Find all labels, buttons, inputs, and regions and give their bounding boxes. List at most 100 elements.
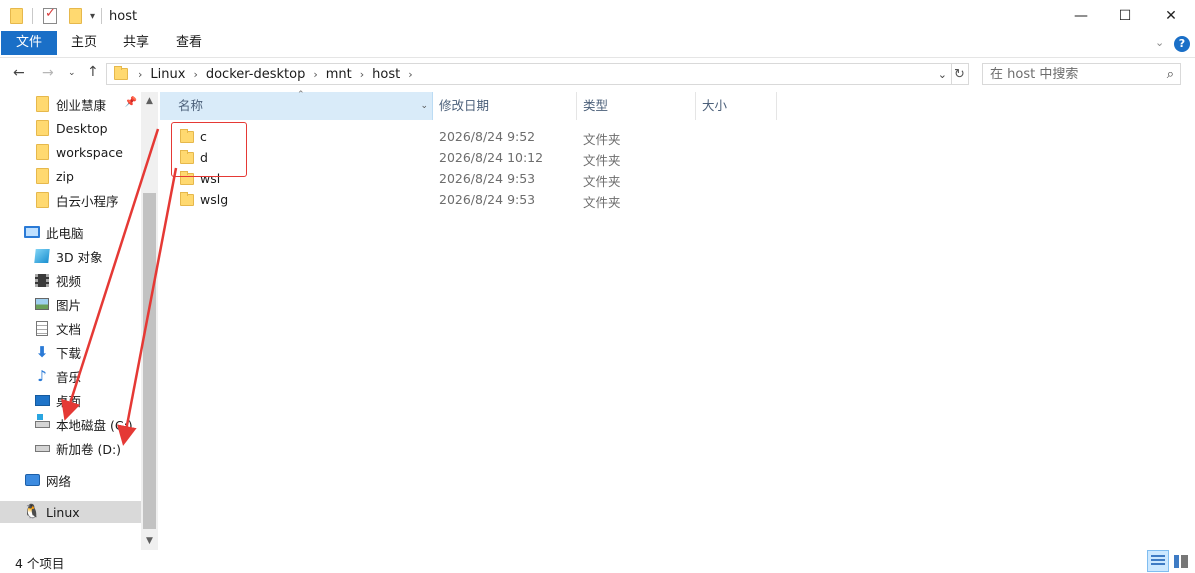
file-modified: 2026/8/24 9:53 [439, 171, 536, 186]
file-type: 文件夹 [583, 174, 621, 189]
nav-item-zip[interactable]: zip [0, 165, 141, 187]
maximize-button[interactable]: ☐ [1102, 0, 1148, 31]
scroll-up-icon[interactable]: ▲ [141, 92, 158, 109]
nav-item-quick-access-4[interactable]: 白云小程序 [0, 189, 141, 211]
nav-item-network[interactable]: 网络 [0, 469, 141, 491]
minimize-button[interactable]: — [1058, 0, 1104, 31]
search-icon[interactable]: ⌕ [1167, 67, 1174, 82]
file-row-c[interactable]: c 2026/8/24 9:52 文件夹 [160, 126, 1195, 147]
nav-item-3d-objects[interactable]: 3D 对象 [0, 245, 141, 267]
file-type: 文件夹 [583, 153, 621, 168]
chevron-right-icon[interactable]: › [358, 68, 366, 81]
forward-arrow-icon[interactable]: → [42, 65, 54, 81]
nav-item-linux[interactable]: 🐧 Linux [0, 501, 141, 523]
chevron-down-icon[interactable]: ⌄ [1155, 36, 1164, 49]
nav-item-workspace[interactable]: workspace [0, 141, 141, 163]
column-filter-dropdown-icon[interactable]: ⌄ [420, 92, 428, 120]
folder-icon [180, 191, 194, 206]
nav-item-label: 3D 对象 [56, 249, 103, 265]
file-row-wslg[interactable]: wslg 2026/8/24 9:53 文件夹 [160, 189, 1195, 210]
nav-item-quick-access-0[interactable]: 创业慧康 📌 [0, 93, 141, 115]
documents-icon [36, 320, 48, 336]
refresh-button[interactable]: ↻ [951, 63, 969, 85]
column-header-size[interactable]: 大小 [696, 92, 777, 120]
nav-item-videos[interactable]: 视频 [0, 269, 141, 291]
divider [32, 8, 33, 24]
search-box[interactable]: ⌕ [982, 63, 1181, 85]
details-view-icon [1151, 555, 1165, 567]
chevron-right-icon[interactable]: › [406, 68, 414, 81]
folder-icon [35, 120, 49, 136]
nav-item-this-pc[interactable]: 此电脑 [0, 221, 141, 243]
nav-item-music[interactable]: ♪ 音乐 [0, 365, 141, 387]
refresh-icon: ↻ [954, 66, 965, 82]
nav-item-drive-c[interactable]: 本地磁盘 (C:) [0, 413, 141, 435]
folder-icon [35, 144, 49, 160]
status-bar: 4 个项目 [0, 550, 1195, 573]
file-row-wsl[interactable]: wsl 2026/8/24 9:53 文件夹 [160, 168, 1195, 189]
new-folder-icon[interactable] [69, 8, 82, 24]
file-name: wslg [200, 192, 229, 207]
scroll-down-icon[interactable]: ▼ [141, 532, 158, 549]
column-header-type[interactable]: 类型 [577, 92, 696, 120]
nav-item-drive-d[interactable]: 新加卷 (D:) [0, 437, 141, 459]
tab-view[interactable]: 查看 [163, 31, 215, 55]
tab-share[interactable]: 共享 [110, 31, 162, 55]
sort-ascending-icon: ⌃ [297, 90, 305, 100]
pin-icon[interactable]: 📌 [125, 97, 137, 108]
address-bar[interactable]: › Linux › docker-desktop › mnt › host › … [106, 63, 952, 85]
chevron-right-icon[interactable]: › [136, 68, 144, 81]
tab-file[interactable]: 文件 [1, 31, 57, 55]
annotation-highlight-box [171, 122, 247, 177]
breadcrumb-host[interactable]: host [366, 67, 406, 82]
folder-icon [114, 66, 128, 80]
music-icon: ♪ [37, 366, 47, 385]
file-type: 文件夹 [583, 132, 621, 147]
details-view-button[interactable] [1147, 550, 1169, 572]
breadcrumb-mnt[interactable]: mnt [320, 67, 358, 82]
close-button[interactable]: ✕ [1148, 0, 1194, 31]
address-history-dropdown-icon[interactable]: ⌄ [938, 68, 947, 81]
back-arrow-icon[interactable]: ← [13, 65, 25, 81]
breadcrumb-linux[interactable]: Linux [144, 67, 191, 82]
chevron-right-icon[interactable]: › [191, 68, 199, 81]
file-row-d[interactable]: d 2026/8/24 10:12 文件夹 [160, 147, 1195, 168]
large-icons-view-icon [1174, 554, 1188, 568]
nav-item-downloads[interactable]: ⬇ 下载 [0, 341, 141, 363]
customize-toolbar-dropdown-icon[interactable]: ▾ [90, 11, 95, 22]
item-count: 4 个项目 [15, 556, 65, 571]
tab-home[interactable]: 主页 [58, 31, 110, 55]
nav-item-label: 本地磁盘 (C:) [56, 417, 133, 433]
column-header-label: 修改日期 [439, 98, 490, 113]
column-header-modified[interactable]: 修改日期 [433, 92, 577, 120]
title-bar: ▾ host — ☐ ✕ [0, 0, 1195, 31]
nav-item-label: Linux [46, 504, 80, 520]
chevron-right-icon[interactable]: › [311, 68, 319, 81]
nav-item-label: 文档 [56, 321, 82, 337]
column-header-name[interactable]: ⌃ 名称 ⌄ [160, 90, 433, 120]
ribbon-tabs: 文件 主页 共享 查看 ⌄ ? [0, 31, 1195, 58]
search-input[interactable] [990, 66, 1150, 82]
drive-c-icon [34, 413, 50, 428]
breadcrumb-docker-desktop[interactable]: docker-desktop [200, 67, 311, 82]
nav-item-desktop[interactable]: Desktop [0, 117, 141, 139]
nav-pane-scrollbar[interactable]: ▲ ▼ [141, 92, 158, 550]
up-arrow-icon[interactable]: ↑ [87, 64, 99, 80]
nav-item-label: workspace [56, 144, 123, 160]
help-icon[interactable]: ? [1174, 36, 1190, 52]
nav-item-label: 视频 [56, 273, 82, 289]
nav-item-label: 此电脑 [46, 225, 84, 241]
scrollbar-thumb[interactable] [143, 193, 156, 529]
folder-icon [35, 168, 49, 184]
nav-item-label: 桌面 [56, 393, 82, 409]
large-icons-view-button[interactable] [1170, 550, 1192, 572]
recent-locations-dropdown-icon[interactable]: ⌄ [68, 68, 76, 78]
nav-item-documents[interactable]: 文档 [0, 317, 141, 339]
nav-item-pictures[interactable]: 图片 [0, 293, 141, 315]
properties-icon[interactable] [43, 6, 57, 24]
nav-item-label: 网络 [46, 473, 72, 489]
file-modified: 2026/8/24 9:52 [439, 129, 536, 144]
video-icon [35, 273, 49, 287]
nav-item-label: 创业慧康 [56, 97, 107, 113]
nav-item-desktop-pc[interactable]: 桌面 [0, 389, 141, 411]
